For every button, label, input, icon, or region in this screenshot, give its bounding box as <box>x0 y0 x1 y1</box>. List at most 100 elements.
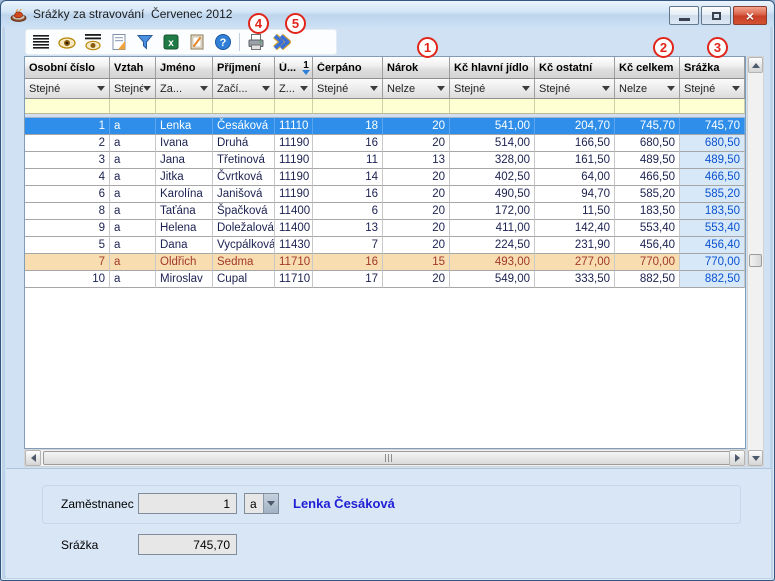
search-input-cell[interactable] <box>156 99 213 114</box>
header-cell[interactable]: Vztah <box>110 57 156 79</box>
vertical-scrollbar[interactable] <box>747 56 764 467</box>
grid-cell: 166,50 <box>535 135 615 152</box>
table-row[interactable]: 3aJanaTřetinová111901113328,00161,50489,… <box>25 152 745 169</box>
grid-cell: 5 <box>25 237 110 254</box>
table-row[interactable]: 2aIvanaDruhá111901620514,00166,50680,506… <box>25 135 745 152</box>
maximize-icon <box>712 12 721 20</box>
grid-cell: a <box>110 118 156 135</box>
filter-cell[interactable]: Za... <box>156 79 213 99</box>
header-cell[interactable]: Srážka <box>680 57 745 79</box>
grid-cell: 11190 <box>275 152 313 169</box>
header-cell[interactable]: Kč hlavní jídlo <box>450 57 535 79</box>
search-input-cell[interactable] <box>275 99 313 114</box>
list-button[interactable] <box>28 30 54 54</box>
search-input-cell[interactable] <box>615 99 680 114</box>
filter-label: Stejné <box>29 83 97 95</box>
minimize-button[interactable] <box>669 6 699 25</box>
filter-cell[interactable]: Stejné <box>680 79 745 99</box>
arrow-down-icon <box>752 456 760 461</box>
table-row[interactable]: 8aTaťánaŠpačková11400620172,0011,50183,5… <box>25 203 745 220</box>
double-chevron-icon <box>272 32 292 52</box>
relation-value: a <box>245 494 263 513</box>
filter-button[interactable] <box>132 30 158 54</box>
dropdown-arrow-icon <box>602 86 610 91</box>
header-cell[interactable]: Čerpáno <box>313 57 383 79</box>
svg-text:x: x <box>168 38 174 49</box>
header-label: Kč hlavní jídlo <box>454 62 532 74</box>
maximize-button[interactable] <box>701 6 731 25</box>
employee-number-field[interactable] <box>138 493 237 514</box>
filter-cell[interactable]: Stejné <box>313 79 383 99</box>
combo-dropdown-button[interactable] <box>263 494 278 513</box>
edit-button[interactable] <box>184 30 210 54</box>
show-record-button[interactable] <box>54 30 80 54</box>
header-cell[interactable]: Nárok <box>383 57 450 79</box>
vertical-scroll-thumb[interactable] <box>749 254 762 267</box>
grid-cell: 20 <box>383 169 450 186</box>
filter-cell[interactable]: Nelze <box>615 79 680 99</box>
scroll-down-button[interactable] <box>748 450 763 466</box>
scroll-left-button[interactable] <box>25 450 41 466</box>
close-button[interactable]: × <box>733 6 767 25</box>
search-input-cell[interactable] <box>213 99 275 114</box>
scroll-right-button[interactable] <box>729 450 745 466</box>
search-input-cell[interactable] <box>383 99 450 114</box>
search-input-cell[interactable] <box>450 99 535 114</box>
filter-label: Stejné <box>684 83 732 95</box>
header-cell[interactable]: Jméno <box>156 57 213 79</box>
header-cell[interactable]: Kč celkem <box>615 57 680 79</box>
scroll-up-button[interactable] <box>748 57 763 73</box>
excel-export-button[interactable]: x <box>158 30 184 54</box>
grid-cell: 224,50 <box>450 237 535 254</box>
grip-icon <box>388 454 389 462</box>
table-row[interactable]: 5aDanaVycpálková11430720224,50231,90456,… <box>25 237 745 254</box>
table-row[interactable]: 10aMiroslavCupal117101720549,00333,50882… <box>25 271 745 288</box>
deduction-field[interactable] <box>138 534 237 555</box>
search-input-cell[interactable] <box>313 99 383 114</box>
filter-cell[interactable]: Stejné <box>110 79 156 99</box>
search-input-cell[interactable] <box>110 99 156 114</box>
table-row[interactable]: 6aKarolínaJanišová111901620490,5094,7058… <box>25 186 745 203</box>
header-cell[interactable]: Kč ostatní <box>535 57 615 79</box>
grid-cell: 11710 <box>275 254 313 271</box>
grid-cell: 333,50 <box>535 271 615 288</box>
grid-cell: 328,00 <box>450 152 535 169</box>
grid-cell: 14 <box>313 169 383 186</box>
header-cell[interactable]: Osobní číslo <box>25 57 110 79</box>
grip-icon <box>385 454 386 462</box>
table-row[interactable]: 7aOldřichSedma117101615493,00277,00770,0… <box>25 254 745 271</box>
grid-cell: Česáková <box>213 118 275 135</box>
filter-label: Začí... <box>217 83 262 95</box>
header-label: Čerpáno <box>317 62 380 74</box>
grid-cell: 745,70 <box>615 118 680 135</box>
table-row[interactable]: 4aJitkaČvrtková111901420402,5064,00466,5… <box>25 169 745 186</box>
horizontal-scroll-thumb[interactable] <box>43 451 733 465</box>
title-bar[interactable]: Srážky za stravování Červenec 2012 × <box>1 1 774 27</box>
filter-cell[interactable]: Stejné <box>450 79 535 99</box>
header-cell[interactable]: Příjmení <box>213 57 275 79</box>
search-input-cell[interactable] <box>535 99 615 114</box>
filter-cell[interactable]: Nelze <box>383 79 450 99</box>
annotation-1: 1 <box>417 37 438 58</box>
note-button[interactable] <box>106 30 132 54</box>
search-input-cell[interactable] <box>680 99 745 114</box>
filter-cell[interactable]: Stejné <box>535 79 615 99</box>
relation-combobox[interactable]: a <box>244 493 279 514</box>
grid-cell: Špačková <box>213 203 275 220</box>
header-cell[interactable]: Ú...1 <box>275 57 313 79</box>
filter-cell[interactable]: Stejné <box>25 79 110 99</box>
next-button[interactable] <box>269 30 295 54</box>
grid-cell: 3 <box>25 152 110 169</box>
table-row[interactable]: 1aLenkaČesáková111101820541,00204,70745,… <box>25 118 745 135</box>
employee-name: Lenka Česáková <box>293 496 395 511</box>
table-row[interactable]: 9aHelenaDoležalová114001320411,00142,405… <box>25 220 745 237</box>
grid-filter-row: StejnéStejnéZa...Začí...Z...StejnéNelzeS… <box>25 79 745 99</box>
filter-cell[interactable]: Z... <box>275 79 313 99</box>
grid-cell: a <box>110 203 156 220</box>
show-columns-button[interactable] <box>80 30 106 54</box>
grid-cell: 20 <box>383 118 450 135</box>
filter-cell[interactable]: Začí... <box>213 79 275 99</box>
help-button[interactable]: ? <box>210 30 236 54</box>
horizontal-scrollbar[interactable] <box>24 449 746 467</box>
search-input-cell[interactable] <box>25 99 110 114</box>
